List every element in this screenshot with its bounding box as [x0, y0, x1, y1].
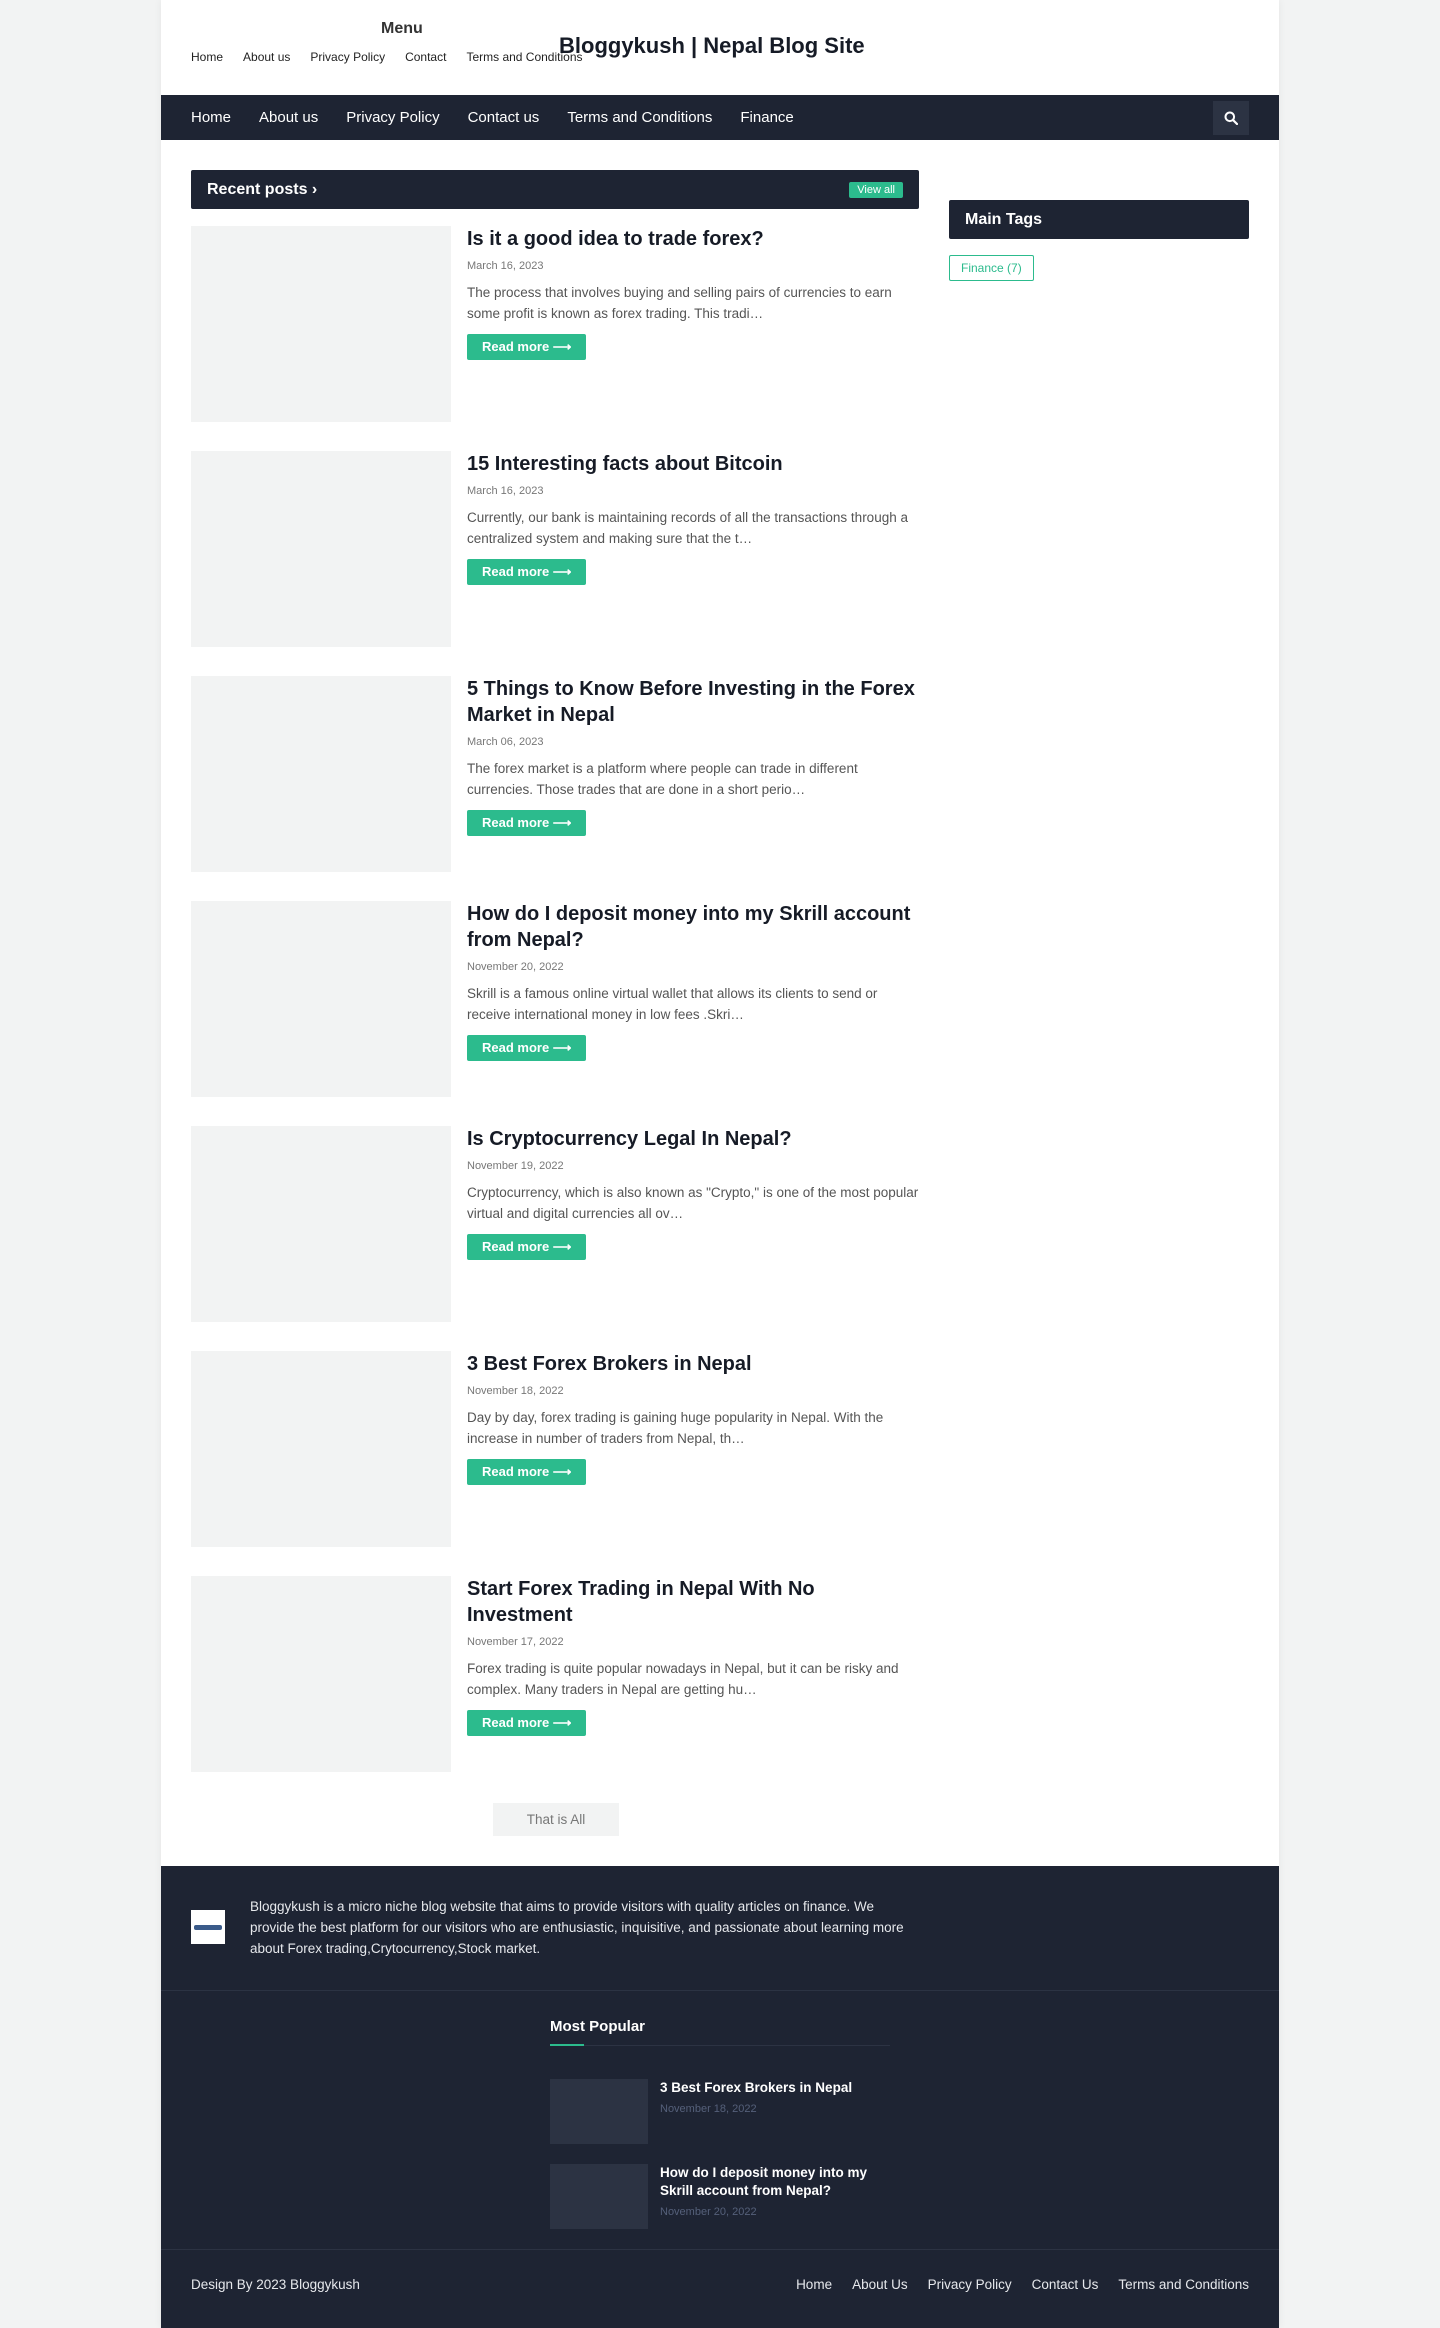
post-thumbnail[interactable]: [191, 451, 451, 647]
sidebar: Main Tags Finance (7): [949, 200, 1249, 281]
post-date: March 16, 2023: [467, 485, 544, 497]
most-popular-heading: Most Popular: [550, 2018, 890, 2046]
post-title[interactable]: How do I deposit money into my Skrill ac…: [467, 901, 919, 953]
read-more-button[interactable]: Read more ⟶: [467, 1234, 587, 1260]
top-link-privacy[interactable]: Privacy Policy: [310, 50, 385, 64]
post-title[interactable]: Is Cryptocurrency Legal In Nepal?: [467, 1126, 919, 1152]
footer-credit: Design By 2023 Bloggykush: [191, 2277, 360, 2292]
footer: Bloggykush is a micro niche blog website…: [161, 1866, 1279, 2328]
popular-title[interactable]: How do I deposit money into my Skrill ac…: [660, 2164, 890, 2200]
view-all-button[interactable]: View all: [849, 181, 903, 198]
post-item: 5 Things to Know Before Investing in the…: [191, 676, 919, 872]
post-date: March 16, 2023: [467, 260, 544, 272]
popular-date: November 20, 2022: [660, 2206, 757, 2218]
footer-link-about[interactable]: About Us: [852, 2277, 908, 2292]
post-item: How do I deposit money into my Skrill ac…: [191, 901, 919, 1097]
footer-links: Home About Us Privacy Policy Contact Us …: [796, 2277, 1249, 2292]
post-excerpt: The process that involves buying and sel…: [467, 285, 892, 321]
read-more-button[interactable]: Read more ⟶: [467, 559, 587, 585]
read-more-button[interactable]: Read more ⟶: [467, 1459, 587, 1485]
footer-divider: [161, 1990, 1279, 1991]
post-thumbnail[interactable]: [191, 676, 451, 872]
main-content: Recent posts › View all Is it a good ide…: [191, 170, 919, 1836]
read-more-button[interactable]: Read more ⟶: [467, 1710, 587, 1736]
post-title[interactable]: 5 Things to Know Before Investing in the…: [467, 676, 919, 728]
post-item: Is it a good idea to trade forex? March …: [191, 226, 919, 422]
footer-bottom-divider: [161, 2249, 1279, 2250]
post-item: 3 Best Forex Brokers in Nepal November 1…: [191, 1351, 919, 1547]
footer-logo[interactable]: [191, 1910, 225, 1944]
post-excerpt: The forex market is a platform where peo…: [467, 761, 858, 797]
top-link-home[interactable]: Home: [191, 50, 223, 64]
post-date: November 17, 2022: [467, 1636, 564, 1648]
nav-terms[interactable]: Terms and Conditions: [567, 109, 712, 126]
post-thumbnail[interactable]: [191, 1351, 451, 1547]
top-link-about[interactable]: About us: [243, 50, 290, 64]
top-links: Home About us Privacy Policy Contact Ter…: [191, 50, 583, 64]
post-title[interactable]: Is it a good idea to trade forex?: [467, 226, 919, 252]
post-date: March 06, 2023: [467, 736, 544, 748]
post-excerpt: Currently, our bank is maintaining recor…: [467, 510, 908, 546]
popular-thumbnail[interactable]: [550, 2079, 648, 2144]
popular-title[interactable]: 3 Best Forex Brokers in Nepal: [660, 2079, 890, 2097]
post-thumbnail[interactable]: [191, 226, 451, 422]
post-title[interactable]: 15 Interesting facts about Bitcoin: [467, 451, 919, 477]
page: Menu Home About us Privacy Policy Contac…: [161, 0, 1279, 2328]
popular-item: How do I deposit money into my Skrill ac…: [550, 2164, 890, 2229]
menu-title: Menu: [381, 20, 423, 37]
popular-thumbnail[interactable]: [550, 2164, 648, 2229]
post-date: November 19, 2022: [467, 1160, 564, 1172]
popular-date: November 18, 2022: [660, 2103, 757, 2115]
post-date: November 20, 2022: [467, 961, 564, 973]
read-more-button[interactable]: Read more ⟶: [467, 334, 587, 360]
post-title[interactable]: Start Forex Trading in Nepal With No Inv…: [467, 1576, 919, 1628]
footer-link-terms[interactable]: Terms and Conditions: [1118, 2277, 1249, 2292]
post-item: 15 Interesting facts about Bitcoin March…: [191, 451, 919, 647]
recent-posts-header: Recent posts › View all: [191, 170, 919, 209]
nav-privacy[interactable]: Privacy Policy: [346, 109, 439, 126]
post-excerpt: Forex trading is quite popular nowadays …: [467, 1661, 899, 1697]
footer-link-contact[interactable]: Contact Us: [1032, 2277, 1099, 2292]
end-of-posts-label: That is All: [493, 1803, 619, 1836]
footer-link-privacy[interactable]: Privacy Policy: [928, 2277, 1012, 2292]
post-thumbnail[interactable]: [191, 1576, 451, 1772]
post-date: November 18, 2022: [467, 1385, 564, 1397]
tag-finance[interactable]: Finance (7): [949, 255, 1034, 281]
footer-link-home[interactable]: Home: [796, 2277, 832, 2292]
recent-posts-title[interactable]: Recent posts ›: [207, 181, 317, 199]
post-thumbnail[interactable]: [191, 901, 451, 1097]
post-item: Start Forex Trading in Nepal With No Inv…: [191, 1576, 919, 1772]
main-tags-heading: Main Tags: [949, 200, 1249, 239]
nav-finance[interactable]: Finance: [740, 109, 793, 126]
footer-about: Bloggykush is a micro niche blog website…: [191, 1896, 910, 1959]
read-more-button[interactable]: Read more ⟶: [467, 810, 587, 836]
search-button[interactable]: [1213, 101, 1249, 135]
search-icon: [1224, 111, 1238, 125]
main-nav: Home About us Privacy Policy Contact us …: [161, 95, 1279, 140]
post-excerpt: Cryptocurrency, which is also known as "…: [467, 1185, 919, 1221]
nav-about[interactable]: About us: [259, 109, 318, 126]
post-title[interactable]: 3 Best Forex Brokers in Nepal: [467, 1351, 919, 1377]
nav-contact[interactable]: Contact us: [468, 109, 540, 126]
post-item: Is Cryptocurrency Legal In Nepal? Novemb…: [191, 1126, 919, 1322]
popular-item: 3 Best Forex Brokers in Nepal November 1…: [550, 2079, 890, 2144]
read-more-button[interactable]: Read more ⟶: [467, 1035, 587, 1061]
post-excerpt: Day by day, forex trading is gaining hug…: [467, 1410, 884, 1446]
most-popular: Most Popular 3 Best Forex Brokers in Nep…: [550, 2018, 890, 2229]
footer-about-text: Bloggykush is a micro niche blog website…: [250, 1899, 904, 1956]
nav-home[interactable]: Home: [191, 109, 231, 126]
header: Menu Home About us Privacy Policy Contac…: [161, 0, 1279, 95]
site-title[interactable]: Bloggykush | Nepal Blog Site: [559, 33, 865, 59]
post-thumbnail[interactable]: [191, 1126, 451, 1322]
top-link-contact[interactable]: Contact: [405, 50, 446, 64]
post-excerpt: Skrill is a famous online virtual wallet…: [467, 986, 878, 1022]
